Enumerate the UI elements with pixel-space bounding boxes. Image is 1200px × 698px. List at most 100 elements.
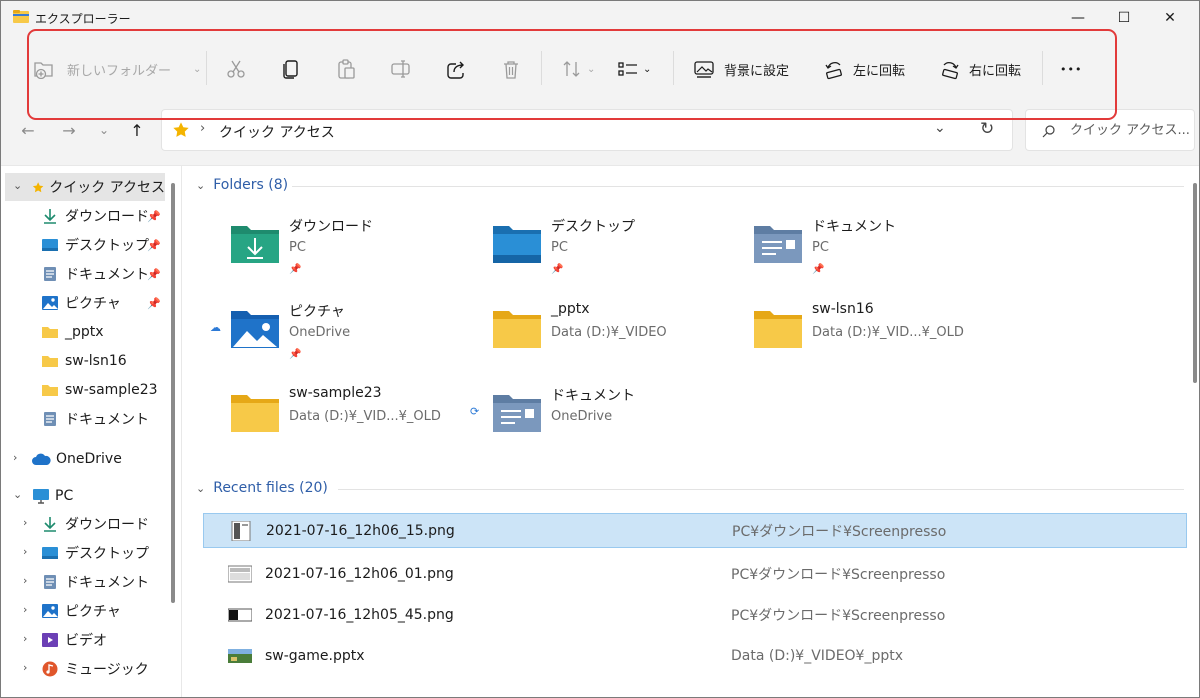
sidebar-item-sw-lsn16[interactable]: sw-lsn16: [41, 347, 161, 375]
rotate-right-button[interactable]: 右に回転: [939, 51, 1021, 87]
sidebar-item-onedrive[interactable]: › OneDrive: [5, 445, 165, 473]
document-icon: [44, 575, 56, 589]
desktop-icon: [42, 239, 58, 251]
close-button[interactable]: ✕: [1147, 1, 1193, 35]
sidebar-scrollbar[interactable]: [171, 183, 175, 603]
recent-locations-button[interactable]: ⌄: [91, 117, 117, 143]
chevron-right-icon: ›: [23, 516, 28, 529]
sort-button[interactable]: ⌄: [561, 51, 595, 87]
sidebar-item-pc-desktop[interactable]: › デスクトップ: [21, 539, 161, 567]
folders-section-header[interactable]: ⌄ Folders (8): [196, 177, 288, 193]
folder-tile-desktop[interactable]: デスクトップ PC 📌: [492, 216, 742, 294]
rotate-left-button[interactable]: 左に回転: [823, 51, 905, 87]
chevron-down-icon: ⌄: [193, 63, 202, 75]
minimize-button[interactable]: —: [1055, 1, 1101, 35]
file-path: PC¥ダウンロード¥Screenpresso: [731, 566, 946, 583]
breadcrumb-quick-access[interactable]: クイック アクセス: [219, 122, 335, 142]
toolbar-divider: [206, 51, 207, 85]
delete-icon: [504, 61, 518, 79]
chevron-down-icon: ⌄: [98, 123, 110, 137]
table-row[interactable]: 2021-07-16_12h06_01.png PC¥ダウンロード¥Screen…: [203, 556, 1187, 591]
image-file-icon: [231, 520, 251, 541]
pin-icon: 📌: [551, 264, 564, 275]
folder-tile-documents[interactable]: ドキュメント PC 📌: [753, 216, 1003, 294]
sidebar-item-pc-videos[interactable]: › ビデオ: [21, 626, 161, 654]
folder-name: ピクチャ: [289, 304, 345, 320]
recent-files-section-header[interactable]: ⌄ Recent files (20): [196, 480, 328, 496]
folder-tile-onedrive-documents[interactable]: ⟳ ドキュメント OneDrive: [470, 385, 742, 463]
pptx-file-icon: [228, 648, 252, 663]
view-button[interactable]: ⌄: [617, 51, 651, 87]
table-row[interactable]: 2021-07-16_12h06_15.png PC¥ダウンロード¥Screen…: [203, 513, 1187, 548]
new-folder-button[interactable]: 新しいフォルダー ⌄: [33, 51, 201, 87]
sidebar-item-label: デスクトップ: [65, 238, 149, 254]
chevron-right-icon: ›: [23, 574, 28, 587]
share-button[interactable]: [445, 51, 467, 87]
sidebar-item-desktop[interactable]: デスクトップ 📌: [41, 231, 161, 259]
sidebar-item-pc-documents[interactable]: › ドキュメント: [21, 568, 161, 596]
rename-icon: [391, 60, 410, 78]
sidebar-item-pptx[interactable]: _pptx: [41, 318, 161, 346]
view-icon: [618, 62, 637, 76]
rename-button[interactable]: [390, 51, 412, 87]
pictures-icon: [42, 604, 58, 618]
sidebar-item-sw-sample23[interactable]: sw-sample23: [41, 376, 166, 404]
more-options-button[interactable]: •••: [1060, 51, 1082, 87]
delete-button[interactable]: [500, 51, 522, 87]
chevron-right-icon: ›: [23, 603, 28, 616]
sidebar-item-label: ドキュメント: [65, 575, 149, 591]
folder-name: ドキュメント: [551, 388, 635, 404]
file-name: 2021-07-16_12h06_01.png: [265, 565, 454, 582]
address-dropdown-icon[interactable]: ⌄: [934, 120, 946, 136]
folder-name: _pptx: [551, 301, 590, 317]
table-row[interactable]: sw-game.pptx Data (D:)¥_VIDEO¥_pptx: [203, 638, 1187, 673]
sidebar-item-pictures[interactable]: ピクチャ 📌: [41, 289, 161, 317]
maximize-button[interactable]: ☐: [1101, 1, 1147, 35]
folder-icon: [493, 311, 541, 348]
sidebar-item-pc[interactable]: ⌄ PC: [5, 482, 165, 510]
search-input[interactable]: [1070, 120, 1192, 140]
search-box[interactable]: [1025, 109, 1195, 151]
up-button[interactable]: ↑: [124, 117, 150, 143]
forward-button[interactable]: →: [56, 117, 82, 143]
folder-name: sw-lsn16: [812, 301, 874, 317]
set-background-button[interactable]: 背景に設定: [693, 51, 789, 87]
folder-icon: [42, 385, 58, 396]
cut-button[interactable]: [225, 51, 247, 87]
file-path: PC¥ダウンロード¥Screenpresso: [731, 607, 946, 624]
document-icon: [44, 412, 56, 426]
folder-tile-pptx[interactable]: _pptx Data (D:)¥_VIDEO: [492, 301, 742, 379]
content-scrollbar[interactable]: [1193, 183, 1197, 383]
sidebar-item-downloads[interactable]: ダウンロード 📌: [41, 202, 161, 230]
sidebar-item-pc-downloads[interactable]: › ダウンロード: [21, 510, 161, 538]
document-icon: [44, 267, 56, 281]
desktop-icon: [42, 547, 58, 559]
folder-icon: [231, 395, 279, 432]
address-bar[interactable]: › クイック アクセス ⌄ ↻: [161, 109, 1013, 151]
arrow-right-icon: →: [62, 120, 76, 140]
file-name: 2021-07-16_12h06_15.png: [266, 522, 455, 539]
file-name: 2021-07-16_12h05_45.png: [265, 606, 454, 623]
sidebar-item-label: ドキュメント: [65, 267, 149, 283]
sidebar-item-pc-music[interactable]: › ミュージック: [21, 655, 161, 683]
back-button[interactable]: ←: [15, 117, 41, 143]
documents-folder-icon: [754, 226, 802, 263]
copy-button[interactable]: [280, 51, 302, 87]
sidebar-item-pc-pictures[interactable]: › ピクチャ: [21, 597, 161, 625]
download-folder-icon: [231, 226, 279, 263]
refresh-icon[interactable]: ↻: [980, 119, 994, 139]
folder-tile-sw-sample23[interactable]: sw-sample23 Data (D:)¥_VID...¥_OLD: [230, 385, 480, 463]
explorer-app-icon: [13, 10, 29, 23]
folder-icon: [754, 311, 802, 348]
folder-tile-sw-lsn16[interactable]: sw-lsn16 Data (D:)¥_VID...¥_OLD: [753, 301, 1003, 379]
folder-name: ドキュメント: [812, 219, 896, 235]
folder-tile-pictures[interactable]: ☁ ピクチャ OneDrive 📌: [210, 301, 480, 379]
sidebar-item-documents[interactable]: ドキュメント 📌: [41, 260, 161, 288]
rotate-left-icon: [825, 62, 842, 80]
sidebar-item-onedrive-documents[interactable]: ドキュメント: [41, 405, 161, 433]
folder-tile-downloads[interactable]: ダウンロード PC 📌: [230, 216, 480, 294]
table-row[interactable]: 2021-07-16_12h05_45.png PC¥ダウンロード¥Screen…: [203, 597, 1187, 632]
sidebar-item-quick-access[interactable]: ⌄ クイック アクセス: [5, 173, 165, 201]
paste-button[interactable]: [335, 51, 357, 87]
sort-icon: [563, 61, 580, 77]
